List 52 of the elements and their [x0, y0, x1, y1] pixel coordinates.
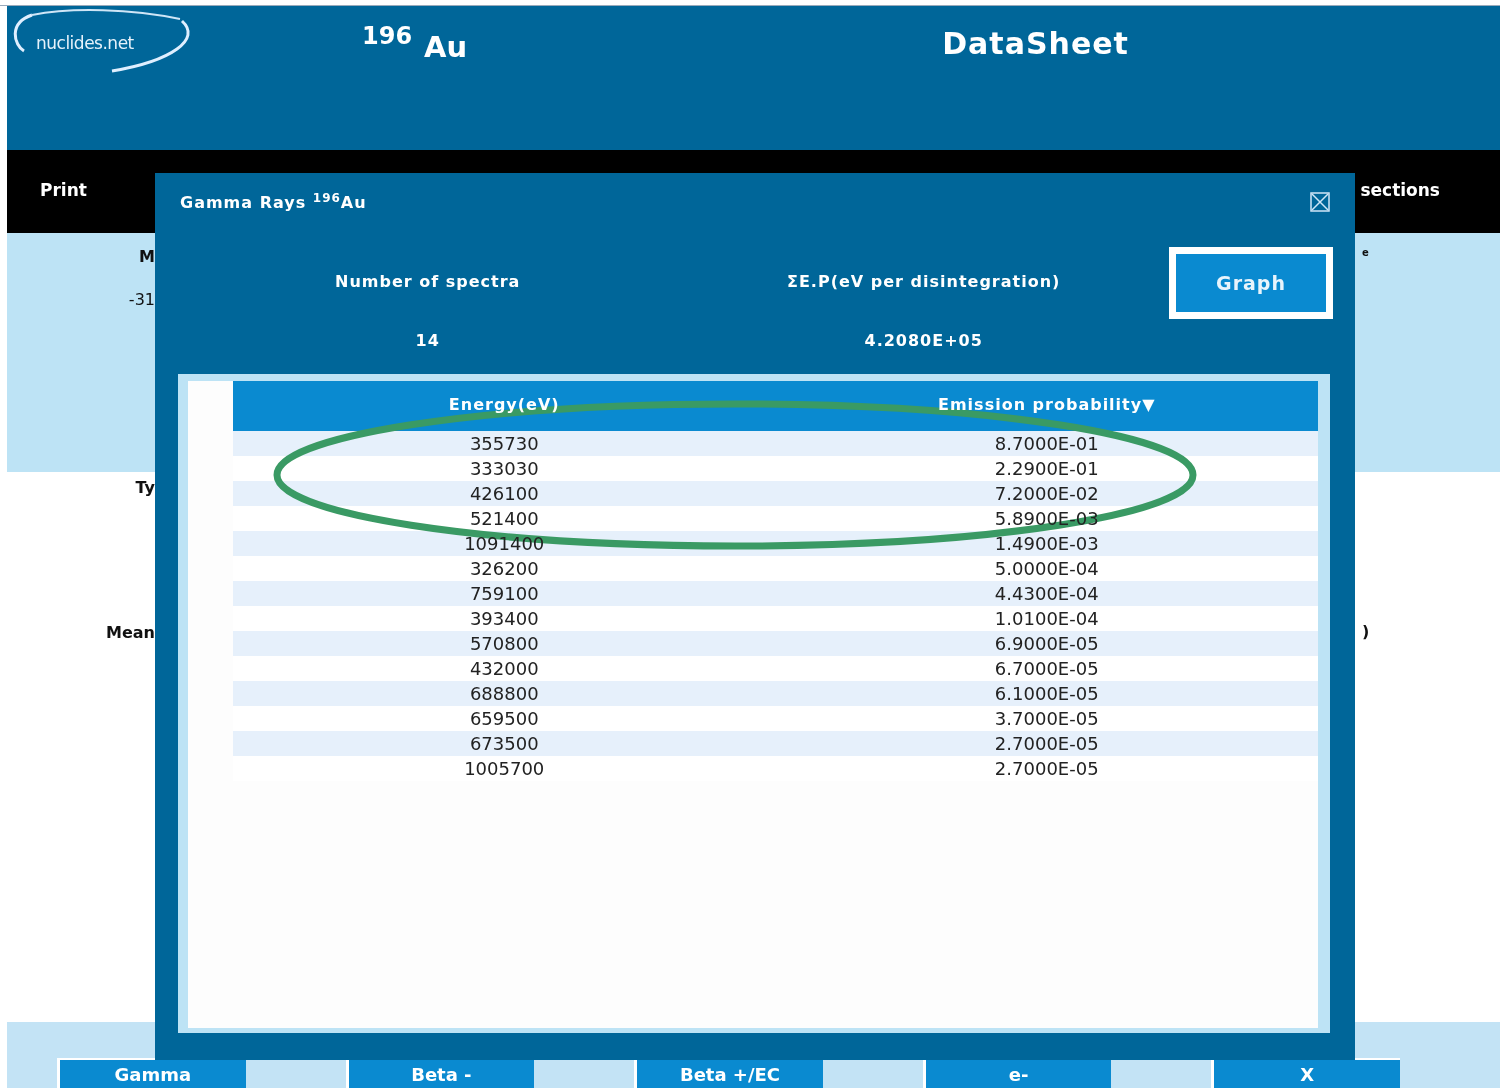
table-cell-text: 432000 — [468, 657, 540, 682]
label-fragment: e — [1362, 247, 1369, 258]
table-cell-text: 6.1000E-05 — [993, 682, 1100, 707]
stat-value: 4.2080E+05 — [864, 331, 983, 351]
section-tab[interactable]: Beta +/EC — [634, 1058, 823, 1088]
table-cell-text: 6.9000E-05 — [993, 632, 1100, 657]
column-header[interactable]: Emission probability▼ — [775, 381, 1318, 432]
logo: nuclides.net — [12, 9, 202, 75]
table-cell-text: 333030 — [468, 457, 540, 482]
table-cell-text: 521400 — [468, 507, 540, 532]
section-tab[interactable]: Gamma — [57, 1058, 246, 1088]
nuclide-heading: 196 Au — [362, 22, 468, 64]
table-cell-text: 2.2900E-01 — [993, 457, 1100, 482]
column-header[interactable]: Energy(eV) — [233, 381, 776, 432]
table-cell-text: 426100 — [468, 482, 540, 507]
label-fragment: Mean — [106, 623, 155, 642]
stat-label: ΣE.P(eV per disintegration) — [787, 272, 1061, 292]
close-icon[interactable] — [1310, 191, 1330, 212]
label-fragment: Ty — [135, 478, 155, 497]
dialog-title: Gamma Rays $^{196}$Au — [180, 191, 367, 213]
section-tab[interactable]: e- — [922, 1058, 1112, 1088]
table-cell-text: 1.4900E-03 — [993, 532, 1100, 557]
table-cell-text: 1091400 — [463, 532, 546, 557]
toolbar-link[interactable]: sections — [1360, 180, 1440, 200]
print-link[interactable]: Print — [40, 180, 87, 200]
table-cell-text: 2.7000E-05 — [993, 757, 1100, 782]
table-cell-text: 673500 — [468, 732, 540, 757]
table-cell-text: 4.4300E-04 — [993, 582, 1100, 607]
stat-value: 14 — [415, 331, 440, 351]
table-cell-text: 8.7000E-01 — [993, 432, 1100, 457]
table-cell-text: 688800 — [468, 682, 540, 707]
table-cell-text: 393400 — [468, 607, 540, 632]
section-tab[interactable]: Beta - — [345, 1058, 535, 1088]
table-cell-text: 5.0000E-04 — [993, 557, 1100, 582]
table-cell-text: 1005700 — [463, 757, 546, 782]
table-cell-text: 6.7000E-05 — [993, 657, 1100, 682]
graph-button[interactable]: Graph — [1169, 247, 1333, 320]
label-fragment: M — [139, 247, 155, 266]
label-fragment: ) — [1362, 622, 1370, 641]
table-cell-text: 570800 — [468, 632, 540, 657]
table-cell-text: 326200 — [468, 557, 540, 582]
value-fragment: -31 — [128, 290, 155, 309]
section-tab[interactable]: X — [1211, 1058, 1400, 1088]
table-cell-text: 759100 — [468, 582, 540, 607]
page-title: DataSheet — [942, 26, 1129, 61]
table-cell-text: 1.0100E-04 — [993, 607, 1100, 632]
table-cell-text: 659500 — [468, 707, 540, 732]
table-cell-text: 3.7000E-05 — [993, 707, 1100, 732]
stat-label: Number of spectra — [335, 272, 521, 292]
table-cell-text: 2.7000E-05 — [993, 732, 1100, 757]
table-cell-text: 355730 — [468, 432, 540, 457]
table-cell-text: 7.2000E-02 — [993, 482, 1100, 507]
